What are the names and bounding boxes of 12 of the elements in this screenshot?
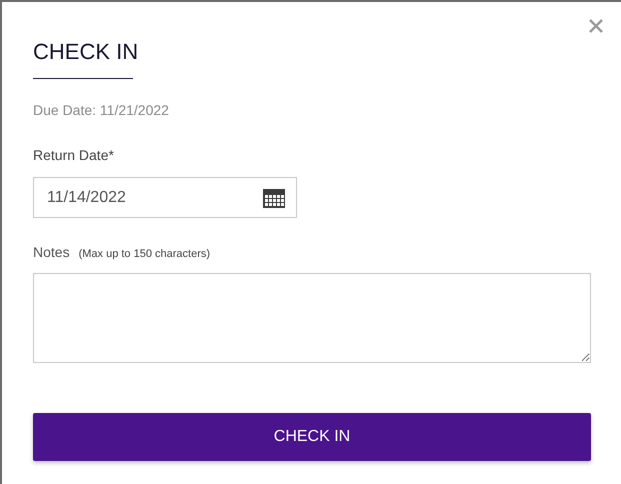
date-field[interactable]: 11/14/2022 bbox=[33, 177, 297, 218]
notes-field[interactable] bbox=[33, 273, 591, 363]
field-label: Return Date* bbox=[33, 146, 114, 165]
date-input[interactable]: 11/14/2022 bbox=[47, 186, 227, 210]
calendar-icon[interactable] bbox=[262, 186, 286, 208]
field-label: Notes bbox=[33, 243, 70, 262]
close-icon bbox=[589, 19, 603, 33]
due-date: Due Date: 11/21/2022 bbox=[33, 101, 169, 120]
dialog-title: CHECK IN bbox=[33, 38, 138, 66]
check-in-button[interactable]: CHECK IN bbox=[33, 413, 591, 461]
hint-text: (Max up to 150 characters) bbox=[78, 247, 210, 262]
close-button[interactable] bbox=[587, 17, 605, 35]
